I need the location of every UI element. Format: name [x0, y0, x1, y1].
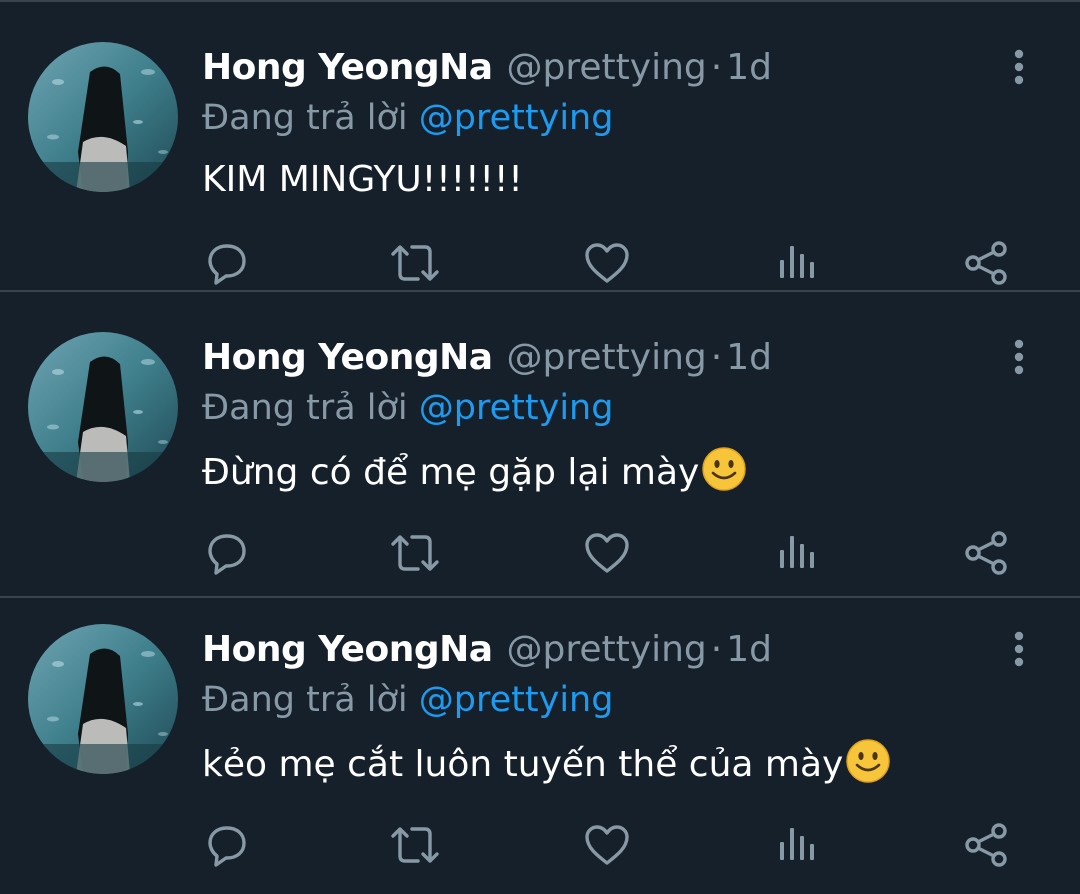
more-options-icon[interactable] [1008, 46, 1030, 90]
avatar-image [28, 42, 178, 192]
author-handle[interactable]: @prettying [507, 47, 707, 88]
tweet[interactable]: Hong YeongNa @prettying · 1d Đang trả lời @… [0, 308, 1080, 598]
tweet-header: Hong YeongNa @prettying · 1d [202, 628, 772, 672]
like-icon[interactable] [582, 238, 632, 288]
analytics-icon[interactable] [772, 528, 822, 578]
separator-dot: · [710, 629, 723, 670]
reply-icon[interactable] [202, 238, 252, 288]
reply-context: Đang trả lời @prettying [202, 96, 613, 140]
avatar[interactable] [28, 42, 178, 192]
tweet-divider [0, 596, 1080, 598]
tweet[interactable]: Hong YeongNa @prettying · 1d Đang trả lời @… [0, 600, 1080, 890]
reply-mention[interactable]: @prettying [419, 680, 614, 720]
reply-prefix: Đang trả lời [202, 98, 408, 138]
avatar[interactable] [28, 624, 178, 774]
author-name[interactable]: Hong YeongNa [202, 47, 493, 88]
like-icon[interactable] [582, 528, 632, 578]
tweet-text-content: kẻo mẹ cắt luôn tuyến thể của mày [202, 744, 844, 785]
tweet-text-content: KIM MINGYU!!!!!!! [202, 159, 523, 200]
author-name[interactable]: Hong YeongNa [202, 629, 493, 670]
slightly-smiling-face-icon [701, 446, 747, 505]
more-options-icon[interactable] [1008, 628, 1030, 672]
timestamp[interactable]: 1d [726, 337, 772, 378]
tweet-text-content: Đừng có để mẹ gặp lại mày [202, 452, 700, 493]
like-icon[interactable] [582, 820, 632, 870]
author-handle[interactable]: @prettying [507, 629, 707, 670]
reply-icon[interactable] [202, 820, 252, 870]
reply-icon[interactable] [202, 528, 252, 578]
tweet-header: Hong YeongNa @prettying · 1d [202, 336, 772, 380]
tweet-divider [0, 290, 1080, 292]
tweet-text: KIM MINGYU!!!!!!! [202, 156, 523, 204]
tweet-text: kẻo mẹ cắt luôn tuyến thể của mày [202, 738, 891, 797]
avatar-image [28, 332, 178, 482]
share-icon[interactable] [962, 820, 1012, 870]
avatar[interactable] [28, 332, 178, 482]
tweet[interactable]: Hong YeongNa @prettying · 1d Đang trả lời @… [0, 2, 1080, 292]
share-icon[interactable] [962, 238, 1012, 288]
reply-context: Đang trả lời @prettying [202, 386, 613, 430]
separator-dot: · [710, 47, 723, 88]
tweet-header: Hong YeongNa @prettying · 1d [202, 46, 772, 90]
author-name[interactable]: Hong YeongNa [202, 337, 493, 378]
avatar-image [28, 624, 178, 774]
more-options-icon[interactable] [1008, 336, 1030, 380]
analytics-icon[interactable] [772, 820, 822, 870]
retweet-icon[interactable] [390, 238, 440, 288]
author-handle[interactable]: @prettying [507, 337, 707, 378]
reply-prefix: Đang trả lời [202, 680, 408, 720]
reply-prefix: Đang trả lời [202, 388, 408, 428]
share-icon[interactable] [962, 528, 1012, 578]
reply-mention[interactable]: @prettying [419, 388, 614, 428]
retweet-icon[interactable] [390, 528, 440, 578]
timestamp[interactable]: 1d [726, 629, 772, 670]
analytics-icon[interactable] [772, 238, 822, 288]
reply-context: Đang trả lời @prettying [202, 678, 613, 722]
retweet-icon[interactable] [390, 820, 440, 870]
separator-dot: · [710, 337, 723, 378]
tweet-text: Đừng có để mẹ gặp lại mày [202, 446, 747, 505]
reply-mention[interactable]: @prettying [419, 98, 614, 138]
slightly-smiling-face-icon [845, 738, 891, 797]
timestamp[interactable]: 1d [726, 47, 772, 88]
